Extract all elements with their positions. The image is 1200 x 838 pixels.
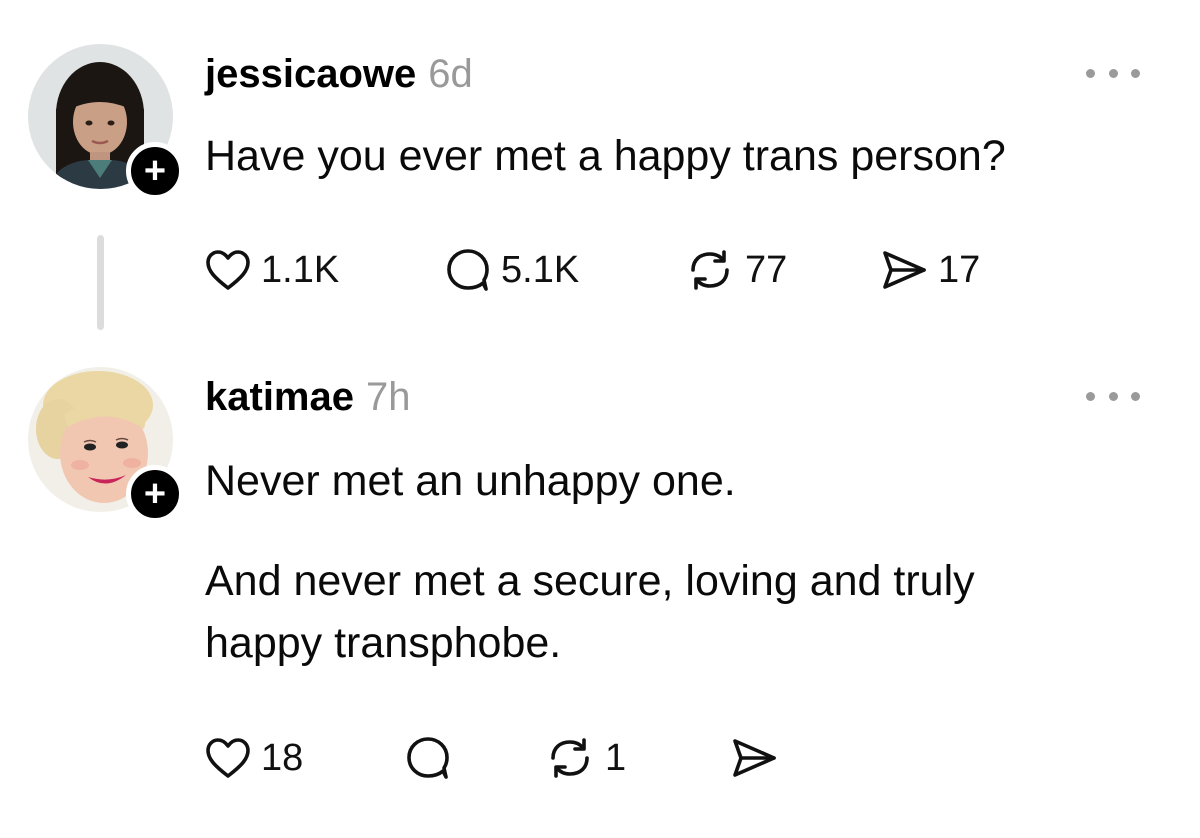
more-options-icon[interactable]: [1086, 58, 1140, 88]
timestamp: 6d: [428, 52, 473, 96]
username[interactable]: katimae: [205, 375, 354, 420]
more-dot: [1108, 391, 1118, 401]
more-dot: [1108, 68, 1118, 78]
like-count: 1.1K: [261, 248, 340, 291]
avatar-container[interactable]: +: [28, 44, 184, 200]
follow-plus-icon[interactable]: +: [126, 142, 184, 200]
post-text-line: Never met an unhappy one.: [205, 457, 736, 505]
repost-button[interactable]: 1: [545, 736, 730, 780]
like-count: 18: [261, 736, 304, 779]
post-jessicaowe[interactable]: + jessicaowe 6d Have you ever met a happ…: [0, 0, 1200, 345]
repost-arrows-icon: [691, 250, 729, 290]
paper-plane-icon: [883, 251, 926, 289]
speech-bubble-icon: [447, 249, 489, 291]
more-dot: [1086, 68, 1095, 78]
username[interactable]: jessicaowe: [205, 52, 416, 97]
reply-button[interactable]: 5.1K: [445, 247, 685, 293]
more-options-icon[interactable]: [1086, 381, 1140, 411]
reply-count: 5.1K: [501, 248, 580, 291]
post-text-line: happy transphobe.: [205, 619, 562, 667]
speech-bubble-icon: [407, 737, 449, 779]
action-bar: 18 1: [205, 728, 788, 788]
repost-count: 77: [745, 248, 788, 291]
timestamp: 7h: [365, 375, 411, 419]
heart-icon: [206, 738, 250, 778]
more-dot: [1131, 68, 1140, 78]
avatar-container[interactable]: +: [28, 367, 184, 523]
action-bar: 1.1K 5.1K 77 17: [205, 240, 980, 300]
repost-count: 1: [605, 736, 627, 779]
share-button[interactable]: [730, 736, 788, 780]
more-dot: [1131, 391, 1140, 401]
post-katimae[interactable]: + katimae 7h Never met an unhappy one. A…: [0, 345, 1200, 838]
more-dot: [1086, 391, 1095, 401]
repost-arrows-icon: [551, 738, 589, 778]
paper-plane-icon: [733, 739, 776, 777]
thread-connector-line: [97, 235, 104, 330]
share-count: 17: [938, 248, 981, 291]
post-text: Have you ever met a happy trans person?: [205, 132, 1006, 180]
thread-view: + jessicaowe 6d Have you ever met a happ…: [0, 0, 1200, 838]
repost-button[interactable]: 77: [685, 248, 880, 292]
like-button[interactable]: 18: [205, 737, 405, 780]
share-button[interactable]: 17: [880, 248, 980, 292]
like-button[interactable]: 1.1K: [205, 249, 445, 292]
post-header: jessicaowe 6d: [205, 52, 473, 97]
heart-icon: [206, 250, 250, 290]
follow-plus-icon[interactable]: +: [126, 465, 184, 523]
post-text-line: And never met a secure, loving and truly: [205, 557, 975, 605]
reply-button[interactable]: [405, 735, 545, 781]
post-header: katimae 7h: [205, 375, 410, 420]
